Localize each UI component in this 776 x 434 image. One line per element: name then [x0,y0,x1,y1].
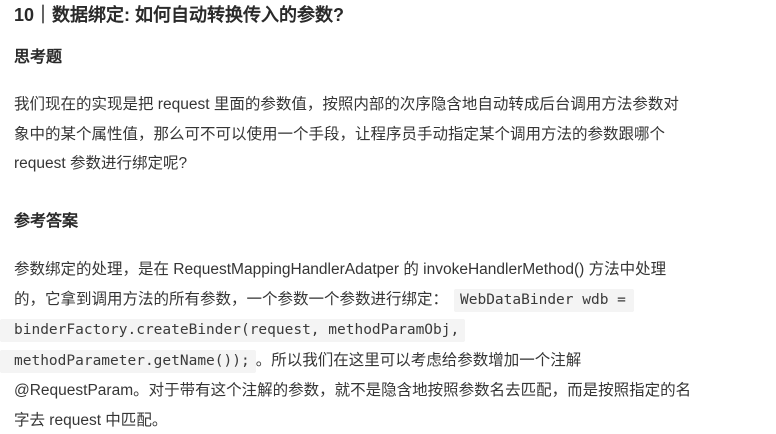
answer-text: 的，它拿到调用方法的所有参数，一个参数一个参数进行绑定： [14,290,449,308]
inline-code: methodParameter.getName()); [0,349,256,373]
inline-code: binderFactory.createBinder(request, meth… [0,319,466,342]
section-heading-answer: 参考答案 [14,213,79,230]
answer-line: methodParameter.getName()); 。所以我们在这里可以考虑给… [0,346,764,377]
answer-paragraph: 参数绑定的处理，是在 RequestMappingHandlerAdatper … [0,255,764,434]
question-line: request 参数进行绑定呢? [14,155,188,172]
inline-code: WebDataBinder wdb = [454,288,634,312]
document-page: 10｜数据绑定: 如何自动转换传入的参数? 思考题 我们现在的实现是把 requ… [0,0,766,434]
chapter-title: 10｜数据绑定: 如何自动转换传入的参数? [14,5,345,25]
answer-text: 。所以我们在这里可以考虑给参数增加一个注解 [255,351,582,369]
answer-line: 的，它拿到调用方法的所有参数，一个参数一个参数进行绑定： WebDataBinde… [14,285,764,316]
question-line: 我们现在的实现是把 request 里面的参数值，按照内部的次序隐含地自动转成后… [14,96,679,113]
answer-line: binderFactory.createBinder(request, meth… [0,315,764,346]
section-heading-think: 思考题 [14,49,63,66]
question-line: 象中的某个属性值，那么可不可以使用一个手段，让程序员手动指定某个调用方法的参数跟… [14,125,666,143]
answer-line: 参数绑定的处理，是在 RequestMappingHandlerAdatper … [14,261,667,278]
question-paragraph: 我们现在的实现是把 request 里面的参数值，按照内部的次序隐含地自动转成后… [14,90,764,179]
answer-line: 字去 request 中匹配。 [14,411,168,429]
answer-line: @RequestParam。对于带有这个注解的参数，就不是隐含地按照参数名去匹配… [14,382,692,399]
